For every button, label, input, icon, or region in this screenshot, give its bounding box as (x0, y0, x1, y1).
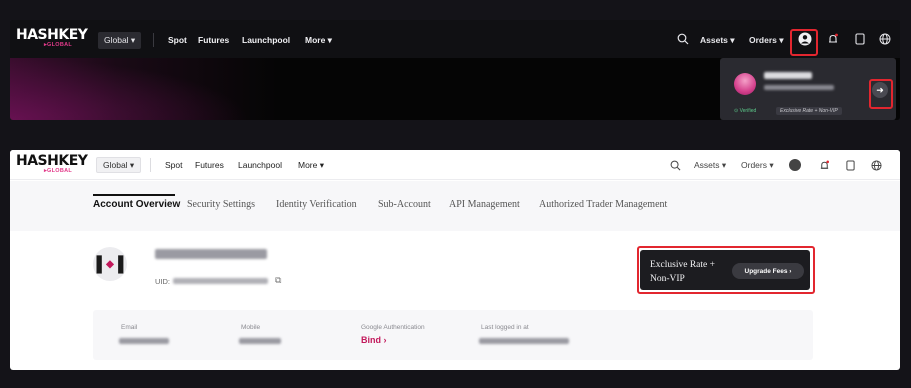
account-navbar: HASHKEY ▸GLOBAL Global ▾ Spot Futures La… (10, 150, 900, 180)
hero-glow (10, 58, 250, 120)
rate-badge: Exclusive Rate + Non-VIP (776, 107, 842, 115)
account-info-row: Email Mobile Google Authentication Bind … (93, 310, 813, 360)
tab-api-management[interactable]: API Management (449, 198, 520, 212)
nav-spot[interactable]: Spot (168, 33, 187, 47)
nav-assets[interactable]: Assets ▾ (700, 33, 735, 47)
nav-launchpool[interactable]: Launchpool (242, 33, 290, 47)
avatar (734, 73, 756, 95)
nav-more[interactable]: More ▾ (305, 33, 332, 47)
copy-icon[interactable]: ⧉ (275, 275, 285, 285)
bell-icon[interactable] (825, 31, 841, 47)
bell-icon[interactable] (816, 157, 832, 173)
email-label: Email (121, 324, 138, 331)
global-selector[interactable]: Global ▾ (96, 157, 142, 173)
account-avatar: ▌ ◆ ▐ (93, 247, 127, 281)
nav-more[interactable]: More ▾ (298, 158, 324, 172)
nav-assets[interactable]: Assets ▾ (694, 158, 726, 172)
nav-spot[interactable]: Spot (165, 158, 183, 172)
hashkey-logo[interactable]: HASHKEY ▸GLOBAL (16, 27, 88, 53)
nav-orders[interactable]: Orders ▾ (741, 158, 774, 172)
account-tabs: Account Overview Security Settings Ident… (10, 181, 900, 231)
mobile-label: Mobile (241, 324, 261, 331)
search-icon[interactable] (675, 31, 691, 47)
last-login-label: Last logged in at (481, 324, 529, 331)
global-selector[interactable]: Global ▾ (98, 32, 142, 49)
mobile-redacted (239, 338, 281, 344)
last-login-redacted (479, 338, 569, 344)
email-redacted (119, 338, 169, 344)
tab-authorized-trader-management[interactable]: Authorized Trader Management (539, 198, 667, 212)
tab-identity-verification[interactable]: Identity Verification (276, 198, 357, 212)
tab-security-settings[interactable]: Security Settings (187, 198, 255, 212)
active-tab-underline (93, 194, 175, 196)
nav-futures[interactable]: Futures (198, 33, 229, 47)
globe-icon[interactable] (877, 31, 893, 47)
user-icon[interactable] (787, 157, 803, 173)
username-redacted (155, 249, 267, 259)
nav-launchpool[interactable]: Launchpool (238, 158, 282, 172)
highlight-user-icon (790, 29, 818, 56)
search-icon[interactable] (667, 157, 683, 173)
bind-google-auth-link[interactable]: Bind › (361, 335, 387, 345)
tablet-icon[interactable] (842, 157, 858, 173)
top-navbar: HASHKEY ▸GLOBAL Global ▾ Spot Futures La… (10, 20, 900, 58)
verified-badge: ⊙ Verified (734, 108, 757, 114)
google-auth-label: Google Authentication (361, 324, 425, 331)
nav-divider (153, 33, 154, 47)
nav-divider (150, 158, 151, 172)
username-redacted (764, 72, 812, 79)
highlight-vip-card (637, 246, 815, 294)
tablet-icon[interactable] (852, 31, 868, 47)
highlight-arrow-button (869, 79, 893, 109)
nav-orders[interactable]: Orders ▾ (749, 33, 784, 47)
logo-wordmark: HASHKEY (16, 153, 88, 169)
uid-redacted (173, 278, 268, 284)
tab-sub-account[interactable]: Sub-Account (378, 198, 431, 212)
globe-icon[interactable] (868, 157, 884, 173)
dark-header-screenshot: HASHKEY ▸GLOBAL Global ▾ Spot Futures La… (10, 20, 900, 120)
logo-wordmark: HASHKEY (16, 27, 88, 43)
uid-redacted (764, 85, 834, 90)
nav-futures[interactable]: Futures (195, 158, 224, 172)
uid-label: UID: (155, 277, 170, 286)
tab-account-overview[interactable]: Account Overview (93, 198, 180, 212)
hashkey-logo[interactable]: HASHKEY ▸GLOBAL (16, 153, 88, 179)
